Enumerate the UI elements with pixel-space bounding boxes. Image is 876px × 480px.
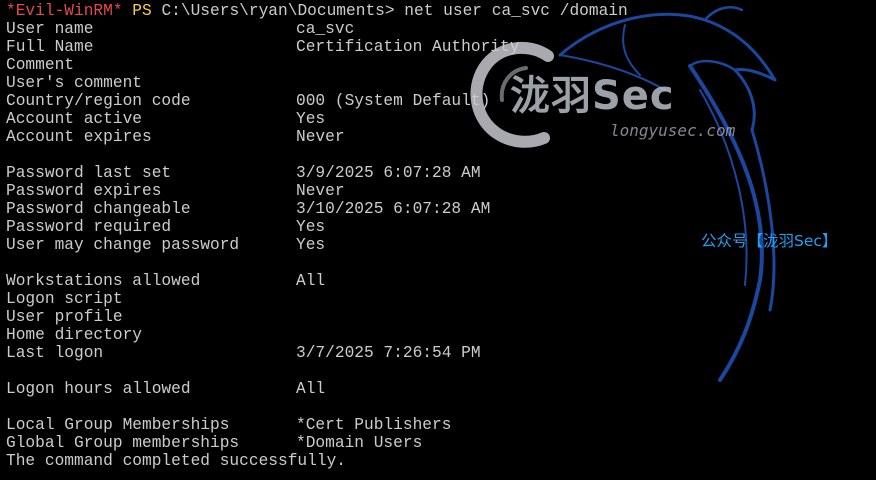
row-value: *Domain Users <box>296 434 423 452</box>
row-label: Password expires <box>6 182 162 200</box>
row-value: 3/7/2025 7:26:54 PM <box>296 344 481 362</box>
output-row: Home directory <box>6 326 628 344</box>
row-label: Password last set <box>6 164 172 182</box>
row-value: Never <box>296 182 345 200</box>
prompt-ps: PS <box>132 2 152 20</box>
row-label: Workstations allowed <box>6 272 201 290</box>
output-row: Password required Yes <box>6 218 628 236</box>
row-label: User's comment <box>6 74 142 92</box>
row-label: Account expires <box>6 128 152 146</box>
prompt-command: C:\Users\ryan\Documents> net user ca_svc… <box>161 2 628 20</box>
completion-message: The command completed successfully. <box>6 452 346 470</box>
row-label: Home directory <box>6 326 142 344</box>
row-label: User profile <box>6 308 123 326</box>
row-value: *Cert Publishers <box>296 416 452 434</box>
output-row <box>6 398 628 416</box>
row-value: Yes <box>296 218 326 236</box>
output-row: Local Group Memberships *Cert Publishers <box>6 416 628 434</box>
row-value: Yes <box>296 110 326 128</box>
row-value: Yes <box>296 236 326 254</box>
output-row: Password last set 3/9/2025 6:07:28 AM <box>6 164 628 182</box>
prompt-shell-name: *Evil-WinRM* <box>6 2 123 20</box>
output-row <box>6 146 628 164</box>
row-value: 3/9/2025 6:07:28 AM <box>296 164 481 182</box>
terminal-output: *Evil-WinRM* PS C:\Users\ryan\Documents>… <box>6 2 628 470</box>
row-label: Comment <box>6 56 74 74</box>
output-row: Last logon 3/7/2025 7:26:54 PM <box>6 344 628 362</box>
row-value: All <box>296 272 326 290</box>
output-row: Logon script <box>6 290 628 308</box>
output-row: Comment <box>6 56 628 74</box>
output-row: Full Name Certification Authority <box>6 38 628 56</box>
row-label: Password changeable <box>6 200 191 218</box>
row-value: Never <box>296 128 345 146</box>
output-row: Password expires Never <box>6 182 628 200</box>
output-row: User profile <box>6 308 628 326</box>
output-row: User name ca_svc <box>6 20 628 38</box>
prompt-line: *Evil-WinRM* PS C:\Users\ryan\Documents>… <box>6 2 628 20</box>
row-label: Logon script <box>6 290 123 308</box>
output-row: Logon hours allowed All <box>6 380 628 398</box>
row-label: User may change password <box>6 236 240 254</box>
row-label: Global Group memberships <box>6 434 240 452</box>
output-row: Account expires Never <box>6 128 628 146</box>
row-value: ca_svc <box>296 20 355 38</box>
output-row: Country/region code 000 (System Default) <box>6 92 628 110</box>
terminal-window[interactable]: 泷羽Sec longyusec.com 公众号【泷羽Sec】 *Evil-Win… <box>0 0 876 480</box>
output-row: Workstations allowed All <box>6 272 628 290</box>
output-row: Global Group memberships *Domain Users <box>6 434 628 452</box>
row-label: Last logon <box>6 344 104 362</box>
row-label: Logon hours allowed <box>6 380 191 398</box>
row-label: Country/region code <box>6 92 191 110</box>
watermark-url: longyusec.com <box>610 121 736 140</box>
output-row <box>6 254 628 272</box>
row-label: Full Name <box>6 38 94 56</box>
output-row: User may change password Yes <box>6 236 628 254</box>
row-value: Certification Authority <box>296 38 520 56</box>
row-value: All <box>296 380 326 398</box>
output-row: Account active Yes <box>6 110 628 128</box>
row-value: 000 (System Default) <box>296 92 491 110</box>
row-label: Password required <box>6 218 172 236</box>
row-label: Local Group Memberships <box>6 416 230 434</box>
row-value: 3/10/2025 6:07:28 AM <box>296 200 491 218</box>
wechat-account-label: 公众号【泷羽Sec】 <box>701 232 838 250</box>
output-row: Password changeable 3/10/2025 6:07:28 AM <box>6 200 628 218</box>
row-label: User name <box>6 20 94 38</box>
output-row: User's comment <box>6 74 628 92</box>
output-row <box>6 362 628 380</box>
row-label: Account active <box>6 110 142 128</box>
